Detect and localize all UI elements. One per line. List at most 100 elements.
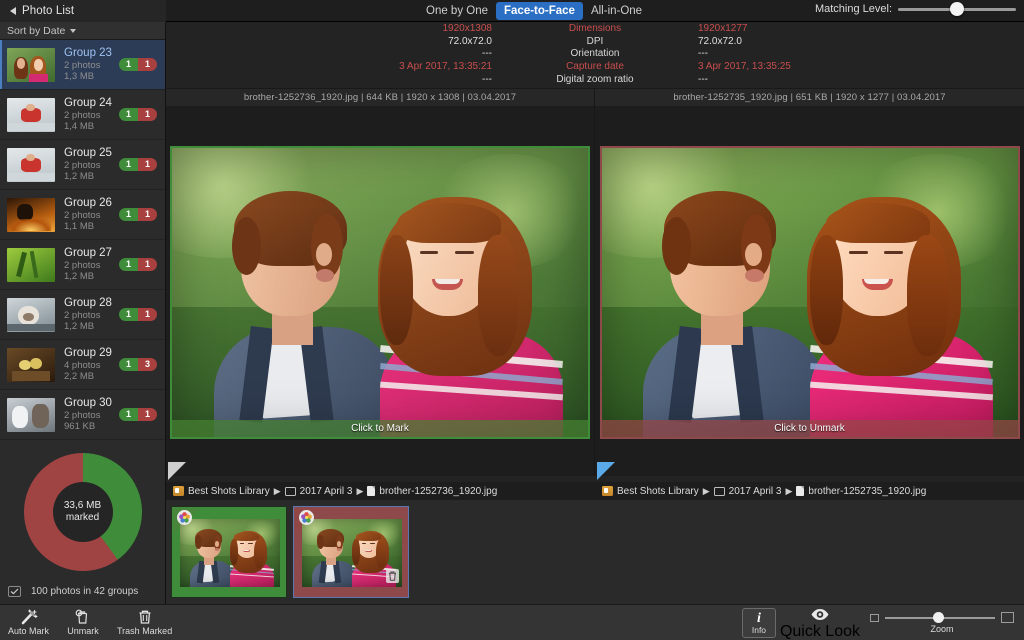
- left-file-info-bar: brother-1252736_1920.jpg | 644 KB | 1920…: [166, 88, 595, 106]
- metadata-row: 72.0x72.0DPI72.0x72.0: [166, 35, 1024, 48]
- matching-level-slider[interactable]: [898, 8, 1016, 11]
- back-to-photo-list-button[interactable]: Photo List: [0, 0, 166, 22]
- left-breadcrumb: Best Shots Library ▶ 2017 April 3 ▶ brot…: [166, 482, 595, 500]
- donut-chart: 33,6 MB marked: [24, 453, 142, 571]
- group-list-item[interactable]: Group 272 photos1,2 MB11: [0, 240, 165, 290]
- zoom-slider[interactable]: [885, 617, 995, 619]
- filmstrip-item-unmarked[interactable]: [293, 506, 409, 598]
- group-info: Group 232 photos1,3 MB: [64, 47, 119, 82]
- trash-marked-button[interactable]: Trash Marked: [109, 605, 180, 640]
- magic-wand-icon: [20, 609, 38, 625]
- keep-count-pill: 1: [119, 408, 138, 421]
- sort-by-date-dropdown[interactable]: Sort by Date: [0, 22, 165, 40]
- file-icon-right: [796, 486, 804, 496]
- metadata-right-value: ---: [690, 74, 1024, 85]
- metadata-field-label: Dimensions: [500, 23, 690, 34]
- trash-badge-icon[interactable]: [386, 569, 399, 583]
- chevron-down-icon: [70, 29, 76, 33]
- zoom-in-icon[interactable]: [1001, 612, 1014, 623]
- group-list-item[interactable]: Group 262 photos1,1 MB11: [0, 190, 165, 240]
- metadata-field-label: Digital zoom ratio: [500, 74, 690, 85]
- bottom-toolbar-right: i Info Quick Look: [742, 605, 1020, 640]
- right-photo-pane[interactable]: Click to Unmark: [595, 106, 1024, 476]
- marked-size-chart: 33,6 MB marked: [0, 442, 165, 582]
- right-breadcrumb-library[interactable]: Best Shots Library: [617, 486, 699, 497]
- triangle-marker-icon: [168, 462, 186, 480]
- unmark-label: Unmark: [67, 626, 99, 636]
- group-name: Group 27: [64, 247, 119, 260]
- group-list-item[interactable]: Group 282 photos1,2 MB11: [0, 290, 165, 340]
- group-list-item[interactable]: Group 302 photos961 KB11: [0, 390, 165, 440]
- left-breadcrumb-library[interactable]: Best Shots Library: [188, 486, 270, 497]
- group-size: 961 KB: [64, 421, 119, 432]
- metadata-row: 1920x1308Dimensions1920x1277: [166, 22, 1024, 35]
- group-photo-count: 2 photos: [64, 60, 119, 71]
- metadata-comparison-panel: 1920x1308Dimensions1920x127772.0x72.0DPI…: [166, 22, 1024, 86]
- info-icon: i: [757, 612, 761, 625]
- tab-one-by-one[interactable]: One by One: [418, 2, 496, 20]
- right-file-info-text: brother-1252735_1920.jpg | 651 KB | 1920…: [673, 92, 945, 103]
- group-counter-pills: 11: [119, 308, 157, 321]
- zoom-slider-knob[interactable]: [933, 612, 944, 623]
- checkbox-icon[interactable]: [8, 586, 21, 597]
- zoom-out-icon[interactable]: [870, 614, 879, 622]
- tab-all-in-one[interactable]: All-in-One: [583, 2, 650, 20]
- group-counter-pills: 13: [119, 358, 157, 371]
- metadata-row: ---Orientation---: [166, 48, 1024, 61]
- metadata-left-value: ---: [166, 48, 500, 59]
- triangle-marker-active-icon: [597, 462, 615, 480]
- group-thumbnail: [7, 298, 55, 332]
- info-button[interactable]: i Info: [742, 608, 776, 638]
- left-photo-frame[interactable]: Click to Mark: [170, 146, 590, 439]
- unmark-button[interactable]: Unmark: [57, 605, 109, 640]
- top-toolbar: Photo List One by One Face-to-Face All-i…: [0, 0, 1024, 22]
- left-photo-pane[interactable]: Click to Mark: [166, 106, 595, 476]
- group-counter-pills: 11: [119, 58, 157, 71]
- group-counter-pills: 11: [119, 208, 157, 221]
- library-stats-label: 100 photos in 42 groups: [31, 586, 138, 597]
- filmstrip-thumbnail-left: [180, 519, 280, 587]
- matching-level-label: Matching Level:: [815, 3, 892, 15]
- left-file-info-text: brother-1252736_1920.jpg | 644 KB | 1920…: [244, 92, 516, 103]
- group-list-item[interactable]: Group 294 photos2,2 MB13: [0, 340, 165, 390]
- left-breadcrumb-folder[interactable]: 2017 April 3: [300, 486, 353, 497]
- group-list-item[interactable]: Group 242 photos1,4 MB11: [0, 90, 165, 140]
- left-breadcrumb-file[interactable]: brother-1252736_1920.jpg: [379, 486, 497, 497]
- metadata-field-label: DPI: [500, 36, 690, 47]
- keep-count-pill: 1: [119, 58, 138, 71]
- marked-count-pill: 1: [138, 108, 157, 121]
- group-list[interactable]: Group 232 photos1,3 MB11Group 242 photos…: [0, 40, 165, 459]
- right-unmark-button[interactable]: Click to Unmark: [602, 420, 1018, 437]
- metadata-field-label: Orientation: [500, 48, 690, 59]
- right-photo-frame[interactable]: Click to Unmark: [600, 146, 1020, 439]
- tab-face-to-face[interactable]: Face-to-Face: [496, 2, 583, 20]
- metadata-row: 3 Apr 2017, 13:35:21Capture date3 Apr 20…: [166, 60, 1024, 73]
- group-size: 1,2 MB: [64, 271, 119, 282]
- bottom-toolbar: Auto Mark Unmark Trash Marked i: [0, 604, 1024, 640]
- keep-count-pill: 1: [119, 308, 138, 321]
- group-thumbnail: [7, 148, 55, 182]
- keep-count-pill: 1: [119, 358, 138, 371]
- marked-count-pill: 1: [138, 408, 157, 421]
- zoom-label: Zoom: [930, 624, 953, 634]
- group-photo-count: 2 photos: [64, 410, 119, 421]
- auto-mark-button[interactable]: Auto Mark: [0, 605, 57, 640]
- quick-look-button[interactable]: Quick Look: [780, 605, 860, 640]
- sidebar-footer: 100 photos in 42 groups: [0, 582, 165, 600]
- right-breadcrumb-file[interactable]: brother-1252735_1920.jpg: [808, 486, 926, 497]
- donut-size-caption: marked: [66, 512, 99, 524]
- file-icon: [367, 486, 375, 496]
- right-pane-corner-marker: [597, 462, 617, 482]
- right-breadcrumb-folder[interactable]: 2017 April 3: [729, 486, 782, 497]
- filmstrip-item-marked[interactable]: [171, 506, 287, 598]
- sort-label: Sort by Date: [7, 25, 65, 37]
- left-mark-button[interactable]: Click to Mark: [172, 420, 588, 437]
- group-list-item[interactable]: Group 232 photos1,3 MB11: [0, 40, 165, 90]
- group-photo-count: 2 photos: [64, 210, 119, 221]
- group-size: 1,2 MB: [64, 321, 119, 332]
- metadata-field-label: Capture date: [500, 61, 690, 72]
- trash-marked-label: Trash Marked: [117, 626, 172, 636]
- group-list-item[interactable]: Group 252 photos1,2 MB11: [0, 140, 165, 190]
- matching-level-slider-knob[interactable]: [950, 2, 964, 16]
- breadcrumb-arrow-icon-4: ▶: [785, 486, 792, 497]
